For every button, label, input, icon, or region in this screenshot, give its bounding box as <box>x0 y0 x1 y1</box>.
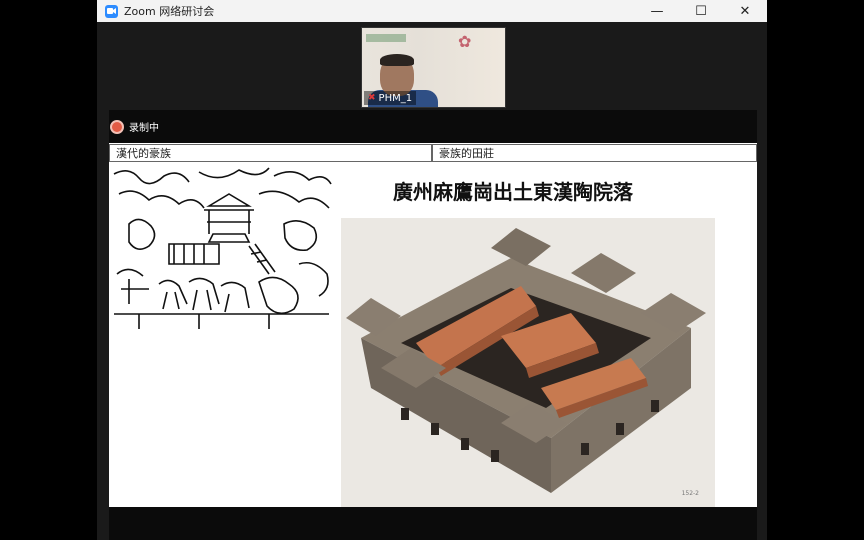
zoom-window: Zoom 网络研讨会 — ☐ ✕ ✿ ✖ PHM_1 录制中 漢代的豪族 豪族的… <box>97 0 767 540</box>
han-pictorial-sketch <box>109 164 334 330</box>
slide-tab-left: 漢代的豪族 <box>109 144 432 162</box>
shared-screen: 录制中 漢代的豪族 豪族的田莊 廣州麻鷹崗出土東漢陶院落 152-2 <box>109 110 757 507</box>
participant-name: PHM_1 <box>378 92 413 104</box>
bottom-bar <box>109 507 757 540</box>
mic-muted-icon: ✖ <box>368 93 376 103</box>
title-bar[interactable]: Zoom 网络研讨会 — ☐ ✕ <box>97 0 767 22</box>
participant-hair <box>380 54 414 66</box>
recording-icon <box>110 119 124 134</box>
pottery-courtyard-photo: 152-2 <box>341 218 715 507</box>
photo-caption-number: 152-2 <box>681 490 699 497</box>
participant-video-tile[interactable]: ✿ ✖ PHM_1 <box>361 27 506 108</box>
maximize-button[interactable]: ☐ <box>679 0 723 22</box>
participant-name-tag: ✖ PHM_1 <box>364 91 417 105</box>
recording-bar: 录制中 <box>109 110 757 143</box>
minimize-button[interactable]: — <box>635 0 679 22</box>
slide-tab-right: 豪族的田莊 <box>432 144 757 162</box>
participant-background-decoration: ✿ <box>458 32 472 51</box>
close-button[interactable]: ✕ <box>723 0 767 22</box>
window-title: Zoom 网络研讨会 <box>124 5 215 18</box>
zoom-app-icon <box>105 4 118 18</box>
participant-background-logo <box>366 34 406 42</box>
window-controls: — ☐ ✕ <box>635 0 767 22</box>
slide-title: 廣州麻鷹崗出土東漢陶院落 <box>393 180 633 204</box>
recording-label: 录制中 <box>129 123 159 134</box>
